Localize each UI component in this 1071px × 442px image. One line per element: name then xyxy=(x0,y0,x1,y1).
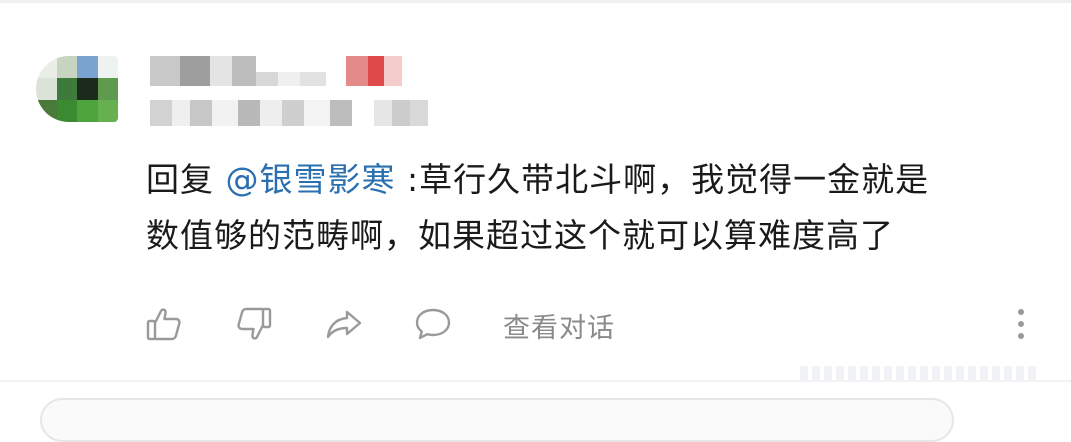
action-bar: 查看对话 xyxy=(0,300,1071,350)
comment-line-2: 数值够的范畴啊，如果超过这个就可以算难度高了 xyxy=(146,216,894,255)
share-icon[interactable] xyxy=(324,304,364,344)
comment-text: 回复 @银雪影寒 :草行久带北斗啊，我觉得一金就是数值够的范畴啊，如果超过这个就… xyxy=(146,152,1026,264)
comment-item: 回复 @银雪影寒 :草行久带北斗啊，我觉得一金就是数值够的范畴啊，如果超过这个就… xyxy=(0,0,1071,380)
comment-divider xyxy=(0,380,1071,382)
thumbs-up-icon[interactable] xyxy=(144,304,184,344)
mention-link[interactable]: @银雪影寒 xyxy=(226,160,396,199)
view-conversation-link[interactable]: 查看对话 xyxy=(503,306,615,345)
username-blurred[interactable] xyxy=(150,56,402,86)
thumbs-down-icon[interactable] xyxy=(234,304,274,344)
next-comment-card-partial xyxy=(40,398,954,442)
reply-prefix: 回复 xyxy=(146,160,226,199)
watermark xyxy=(800,366,1040,380)
avatar[interactable] xyxy=(36,56,118,122)
comment-icon[interactable] xyxy=(413,304,453,344)
meta-info-blurred xyxy=(150,100,428,128)
comment-line-1: :草行久带北斗啊，我觉得一金就是 xyxy=(395,160,930,199)
more-icon[interactable] xyxy=(1006,306,1036,342)
